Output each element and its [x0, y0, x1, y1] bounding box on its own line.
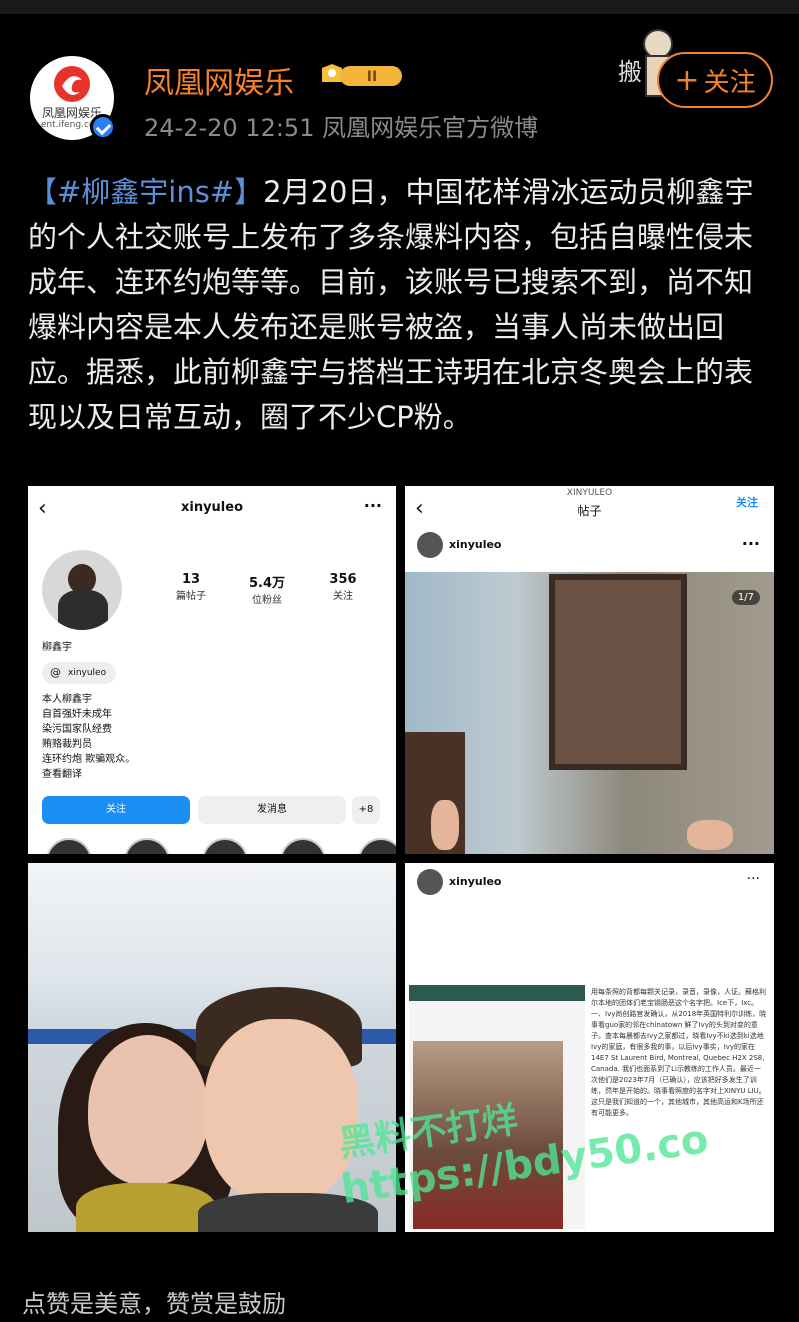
post-meta: 24-2-20 12:51 凤凰网娱乐官方微博 — [144, 114, 539, 142]
story-highlight — [124, 838, 170, 854]
profile-message-button: 发消息 — [198, 796, 346, 824]
status-bar — [0, 0, 799, 14]
photo-pager: 1/7 — [731, 590, 760, 605]
post-follow-link: 关注 — [736, 496, 758, 509]
profile-follow-button: 关注 — [42, 796, 190, 824]
profile-username: xinyuleo — [180, 500, 244, 515]
follow-label: 关注 — [703, 67, 756, 98]
post-header-bar: ‹ XINYULEO 帖子 关注 — [405, 486, 774, 528]
post-text: 2月20日，中国花样滑冰运动员柳鑫宇的个人社交账号上发布了多条爆料内容，包括自曝… — [28, 175, 754, 434]
stat-following: 356 关注 — [329, 572, 357, 602]
verified-icon — [90, 114, 116, 140]
member-level-badge-icon: II — [322, 64, 402, 86]
account-name[interactable]: 凤凰网娱乐 — [144, 58, 294, 102]
story-highlight — [46, 838, 92, 854]
image-tile-profile[interactable]: ‹ xinyuleo ··· 13 篇帖子 5.4万 位粉丝 356 关注 柳鑫宇 @… — [28, 486, 396, 854]
profile-avatar — [42, 550, 122, 630]
svg-text:II: II — [367, 69, 377, 85]
more-icon: ··· — [741, 534, 760, 553]
threads-icon: @ — [50, 666, 61, 679]
post-username: xinyuleo — [449, 875, 502, 888]
more-icon: ··· — [746, 871, 760, 887]
mirror-shape — [549, 574, 687, 770]
profile-display-name: 柳鑫宇 — [42, 642, 72, 653]
image-tile-post-mirror[interactable]: ‹ XINYULEO 帖子 关注 xinyuleo ··· 1/7 — [405, 486, 774, 854]
post-body: 【#柳鑫宇ins#】2月20日，中国花样滑冰运动员柳鑫宇的个人社交账号上发布了多… — [28, 170, 774, 440]
phoenix-logo-icon — [54, 66, 90, 102]
stat-posts: 13 篇帖子 — [176, 572, 206, 602]
post-avatar — [417, 532, 443, 558]
story-highlight — [202, 838, 248, 854]
post-photo: 1/7 — [405, 572, 774, 854]
threads-link: @ xinyuleo — [42, 662, 117, 684]
svg-text:搬: 搬 — [618, 58, 642, 86]
footer-text: 点赞是美意，赞赏是鼓励 — [22, 1290, 286, 1318]
follow-button[interactable]: + 关注 — [657, 52, 773, 108]
post-avatar — [417, 869, 443, 895]
post-page-title: 帖子 — [577, 504, 602, 518]
post-page-sub: XINYULEO — [566, 488, 613, 498]
profile-bio: 本人柳鑫宇 自首强奸未成年 染污国家队经费 贿赂裁判员 连环约炮 欺骗观众。 查… — [42, 694, 136, 780]
hashtag-link[interactable]: 【#柳鑫宇ins#】 — [28, 175, 263, 209]
story-highlight — [280, 838, 326, 854]
post-username: xinyuleo — [449, 538, 502, 551]
add-user-icon: +8 — [352, 796, 380, 824]
story-highlight — [358, 838, 396, 854]
more-icon: ··· — [363, 496, 382, 515]
plus-icon: + — [674, 62, 700, 98]
stat-followers: 5.4万 位粉丝 — [248, 576, 286, 606]
